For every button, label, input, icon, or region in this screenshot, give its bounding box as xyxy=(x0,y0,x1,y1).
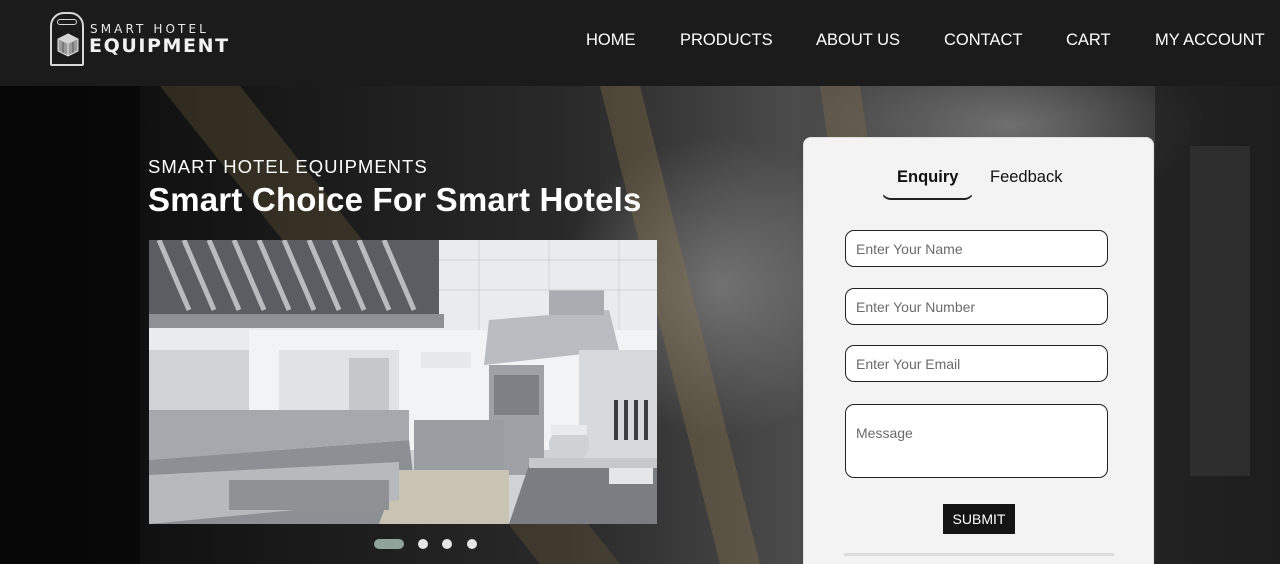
nav-products[interactable]: PRODUCTS xyxy=(680,31,773,50)
site-header: SMART HOTEL EQUIPMENT HOME PRODUCTS ABOU… xyxy=(0,0,1280,86)
carousel-dot-1[interactable] xyxy=(374,539,404,549)
submit-button[interactable]: SUBMIT xyxy=(943,504,1015,534)
nav-cart[interactable]: CART xyxy=(1066,31,1111,50)
carousel-dot-4[interactable] xyxy=(467,539,477,549)
panel-divider xyxy=(844,553,1114,556)
main-nav: HOME PRODUCTS ABOUT US CONTACT CART MY A… xyxy=(0,31,1280,53)
tab-feedback[interactable]: Feedback xyxy=(990,168,1062,187)
nav-home[interactable]: HOME xyxy=(586,31,636,50)
nav-contact[interactable]: CONTACT xyxy=(944,31,1023,50)
message-textarea[interactable] xyxy=(845,404,1108,478)
hero-subtitle: SMART HOTEL EQUIPMENTS xyxy=(148,156,428,177)
carousel-dot-2[interactable] xyxy=(418,539,428,549)
number-input[interactable] xyxy=(845,288,1108,325)
nav-about-us[interactable]: ABOUT US xyxy=(816,31,900,50)
active-tab-indicator xyxy=(881,190,974,200)
tab-enquiry[interactable]: Enquiry xyxy=(897,168,958,187)
hero-headline: Smart Choice For Smart Hotels xyxy=(148,181,642,218)
name-input[interactable] xyxy=(845,230,1108,267)
nav-my-account[interactable]: MY ACCOUNT xyxy=(1155,31,1265,50)
kitchen-carousel-image xyxy=(149,240,657,524)
email-input[interactable] xyxy=(845,345,1108,382)
carousel-dot-3[interactable] xyxy=(442,539,452,549)
enquiry-panel: Enquiry Feedback SUBMIT xyxy=(803,137,1154,564)
